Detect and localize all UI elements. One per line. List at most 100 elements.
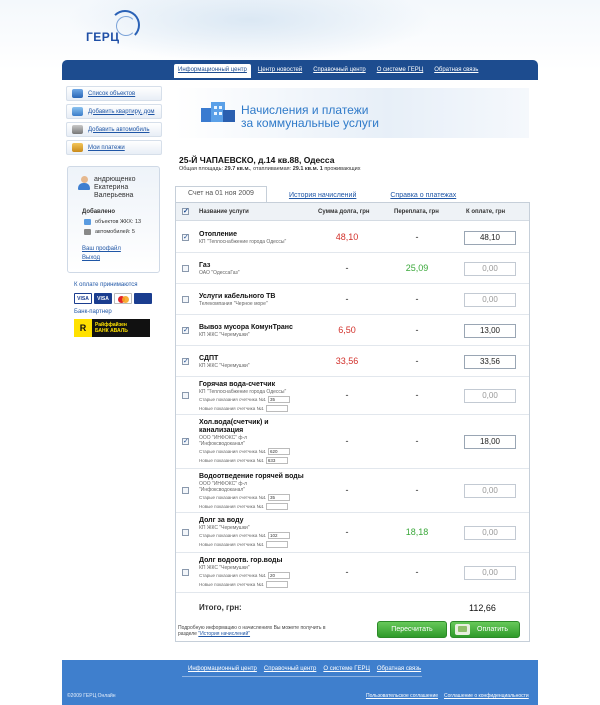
row-checkbox[interactable] [182, 233, 189, 241]
to-pay-input[interactable]: 0,00 [464, 389, 516, 403]
nav-help-center[interactable]: Справочный центр [309, 64, 369, 78]
row-checkbox[interactable] [182, 357, 189, 365]
column-debt: Сумма долга, грн [318, 209, 370, 215]
gerc-logo[interactable]: ГЕРЦ [86, 10, 142, 54]
to-pay-input[interactable]: 0,00 [464, 566, 516, 580]
footer-link-info-center[interactable]: Информационный центр [188, 666, 257, 672]
table-row: Вывоз мусора КомунТрансКП ЖКС "Черемушки… [176, 315, 529, 346]
recalculate-button[interactable]: Пересчитать [377, 621, 447, 638]
service-title: Услуги кабельного ТВ [199, 293, 276, 300]
nav-about[interactable]: О системе ГЕРЦ [373, 64, 428, 78]
charges-table: Название услуги Сумма долга, грн Перепла… [175, 202, 530, 642]
to-pay-input[interactable]: 0,00 [464, 293, 516, 307]
property-area: Общая площадь: 29.7 кв.м., отапливаемая:… [179, 166, 361, 172]
meter-new-input[interactable]: 633 [265, 457, 288, 464]
meter-new-input[interactable] [265, 405, 288, 412]
profile-link[interactable]: Ваш профайл [82, 246, 121, 252]
sidebar-item-label: Список объектов [88, 90, 136, 97]
tab-history[interactable]: История начислений [277, 189, 368, 202]
user-agreement-link[interactable]: Пользовательское соглашение [366, 693, 438, 699]
overpay-value: 25,09 [405, 263, 429, 273]
buildings-icon [201, 102, 235, 124]
objects-count: объектов ЖКХ: 13 [84, 219, 141, 225]
overpay-value: - [415, 232, 419, 242]
service-cell: Вывоз мусора КомунТранс КП ЖКС "Черемушки… [199, 324, 311, 338]
sidebar-item-add-car[interactable]: Добавить автомобиль [66, 122, 162, 137]
service-cell: Газ ОАО "ОдессаГаз" [199, 262, 311, 276]
row-checkbox[interactable] [182, 265, 189, 272]
meter-old-input[interactable]: 35 [267, 396, 290, 403]
table-row: Горячая вода-счетчик КП "Теплоснабжение г… [176, 377, 529, 415]
debt-value: - [345, 485, 349, 495]
to-pay-input[interactable]: 0,00 [464, 526, 516, 540]
meter-new-input[interactable] [265, 541, 288, 548]
nav-news-center[interactable]: Центр новостей [254, 64, 306, 78]
service-title: Хол.вода(счетчик) и [199, 419, 269, 426]
table-row: Долг водоотв. гор.воды КП ЖКС "Черемушки"… [176, 553, 529, 593]
overpay-value: - [415, 485, 419, 495]
footer-link-help-center[interactable]: Справочный центр [264, 666, 316, 672]
to-pay-input[interactable]: 33,56 [464, 355, 516, 369]
meter-old-input[interactable]: 35 [267, 494, 290, 501]
page-header: Начисления и платежи за коммунальные усл… [175, 88, 529, 138]
footer-link-feedback[interactable]: Обратная связь [377, 666, 421, 672]
meter-new-reading: Новые показания счетчика №1 [199, 404, 311, 413]
sidebar-item-label: Мои платежи [88, 144, 125, 151]
meter-old-input[interactable]: 102 [267, 532, 290, 539]
footer: Информационный центр Справочный центр О … [62, 660, 538, 705]
row-checkbox[interactable] [182, 326, 189, 334]
sidebar-item-objects-list[interactable]: Список объектов [66, 86, 162, 101]
tab-payments-report[interactable]: Справка о платежах [378, 189, 468, 202]
privacy-link[interactable]: Соглашение о конфиденциальности [444, 693, 529, 699]
service-title: Вывоз мусора КомунТранс [199, 324, 293, 331]
debt-value: - [345, 567, 349, 577]
meter-old-input[interactable]: 20 [267, 572, 290, 579]
history-link[interactable]: "История начислений" [198, 631, 250, 637]
sidebar-item-my-payments[interactable]: Мои платежи [66, 140, 162, 155]
service-cell: СДПТ КП ЖКС "Черемушки" [199, 355, 311, 369]
nav-feedback[interactable]: Обратная связь [430, 64, 482, 78]
raiffeisen-bank-logo[interactable]: R Райффайзен БАНК АВАЛЬ [74, 319, 150, 337]
user-info-box: андрющенко Екатерина Валерьевна Добавлен… [67, 166, 160, 273]
service-title: Газ [199, 262, 211, 269]
debt-value: 33,56 [335, 356, 359, 366]
meter-old-reading: Старые показания счетчика №1 20 [199, 571, 311, 580]
select-all-checkbox[interactable] [182, 207, 189, 215]
service-provider: ОАО "ОдессаГаз" [199, 270, 240, 276]
tab-bill[interactable]: Счет на 01 ноя 2009 [175, 186, 267, 202]
total-value: 112,66 [469, 603, 496, 613]
meter-new-reading: Новые показания счетчика №1 [199, 540, 311, 549]
meter-new-input[interactable] [265, 581, 288, 588]
meter-old-reading: Старые показания счетчика №1 620 [199, 447, 311, 456]
pay-button[interactable]: Оплатить [450, 621, 520, 638]
meter-old-input[interactable]: 620 [267, 448, 290, 455]
user-name: андрющенко Екатерина Валерьевна [94, 176, 136, 199]
list-icon [72, 89, 83, 98]
row-checkbox[interactable] [182, 296, 189, 303]
sidebar-item-add-house[interactable]: Добавить квартиру, дом [66, 104, 162, 119]
row-checkbox[interactable] [182, 392, 189, 399]
to-pay-input[interactable]: 18,00 [464, 435, 516, 449]
tabs: Счет на 01 ноя 2009 История начислений С… [175, 186, 468, 202]
meter-old-reading: Старые показания счетчика №1 35 [199, 395, 311, 404]
footer-link-about[interactable]: О системе ГЕРЦ [323, 666, 370, 672]
row-checkbox[interactable] [182, 529, 189, 536]
money-icon [455, 624, 470, 635]
cars-count: автомобилей: 5 [84, 229, 135, 235]
to-pay-input[interactable]: 13,00 [464, 324, 516, 338]
table-row: ОтоплениеКП "Теплоснабжение города Одесс… [176, 222, 529, 253]
logout-link[interactable]: Выход [82, 255, 100, 261]
house-icon [72, 107, 83, 116]
nav-info-center[interactable]: Информационный центр [174, 64, 251, 78]
row-checkbox[interactable] [182, 437, 189, 445]
to-pay-input[interactable]: 0,00 [464, 262, 516, 276]
row-checkbox[interactable] [182, 569, 189, 576]
service-cell: Горячая вода-счетчик КП "Теплоснабжение г… [199, 381, 311, 413]
to-pay-input[interactable]: 48,10 [464, 231, 516, 245]
meter-new-input[interactable] [265, 503, 288, 510]
to-pay-input[interactable]: 0,00 [464, 484, 516, 498]
debt-value: - [345, 436, 349, 446]
service-provider: КП ЖКС "Черемушки" [199, 363, 250, 369]
service-title: Долг за воду [199, 517, 244, 524]
row-checkbox[interactable] [182, 487, 189, 494]
